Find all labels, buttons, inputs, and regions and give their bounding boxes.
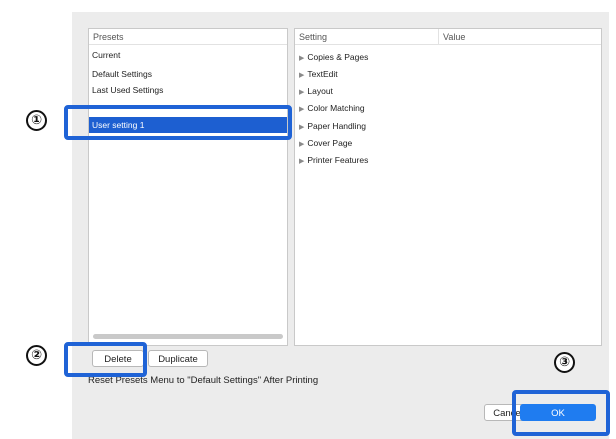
setting-item-layout[interactable]: ▶ Layout — [299, 83, 333, 100]
setting-item-label: Paper Handling — [307, 121, 366, 131]
setting-item-paper-handling[interactable]: ▶ Paper Handling — [299, 118, 366, 135]
setting-column-header: Setting — [295, 29, 439, 45]
value-column-header: Value — [439, 29, 601, 45]
disclosure-triangle-icon[interactable]: ▶ — [299, 106, 304, 113]
callout-box-delete — [64, 342, 147, 377]
disclosure-triangle-icon[interactable]: ▶ — [299, 89, 304, 96]
presets-column-header: Presets — [89, 29, 287, 45]
preset-item-current[interactable]: Current — [89, 47, 287, 63]
setting-item-label: Color Matching — [307, 103, 365, 113]
setting-item-copies-pages[interactable]: ▶ Copies & Pages — [299, 49, 368, 66]
setting-item-label: TextEdit — [307, 69, 338, 79]
callout-box-ok — [512, 390, 610, 436]
setting-item-label: Cover Page — [307, 138, 353, 148]
setting-item-printer-features[interactable]: ▶ Printer Features — [299, 152, 368, 169]
callout-marker-2: ② — [26, 345, 47, 366]
callout-marker-3: ③ — [554, 352, 575, 373]
disclosure-triangle-icon[interactable]: ▶ — [299, 72, 304, 79]
preset-item-last-used-settings[interactable]: Last Used Settings — [89, 82, 287, 98]
setting-item-label: Layout — [307, 86, 333, 96]
duplicate-button[interactable]: Duplicate — [148, 350, 208, 367]
callout-marker-1: ① — [26, 110, 47, 131]
callout-box-user-setting — [64, 105, 292, 140]
setting-item-label: Copies & Pages — [307, 52, 369, 62]
setting-item-label: Printer Features — [307, 155, 369, 165]
setting-item-textedit[interactable]: ▶ TextEdit — [299, 66, 338, 83]
disclosure-triangle-icon[interactable]: ▶ — [299, 124, 304, 131]
presets-horizontal-scrollbar[interactable] — [93, 334, 283, 339]
settings-list[interactable]: Setting Value ▶ Copies & Pages ▶ TextEdit … — [294, 28, 602, 346]
setting-item-cover-page[interactable]: ▶ Cover Page — [299, 135, 352, 152]
disclosure-triangle-icon[interactable]: ▶ — [299, 141, 304, 148]
setting-item-color-matching[interactable]: ▶ Color Matching — [299, 100, 365, 117]
presets-list[interactable]: Presets Current Default Settings Last Us… — [88, 28, 288, 346]
preset-item-default-settings[interactable]: Default Settings — [89, 66, 287, 82]
disclosure-triangle-icon[interactable]: ▶ — [299, 158, 304, 165]
disclosure-triangle-icon[interactable]: ▶ — [299, 55, 304, 62]
